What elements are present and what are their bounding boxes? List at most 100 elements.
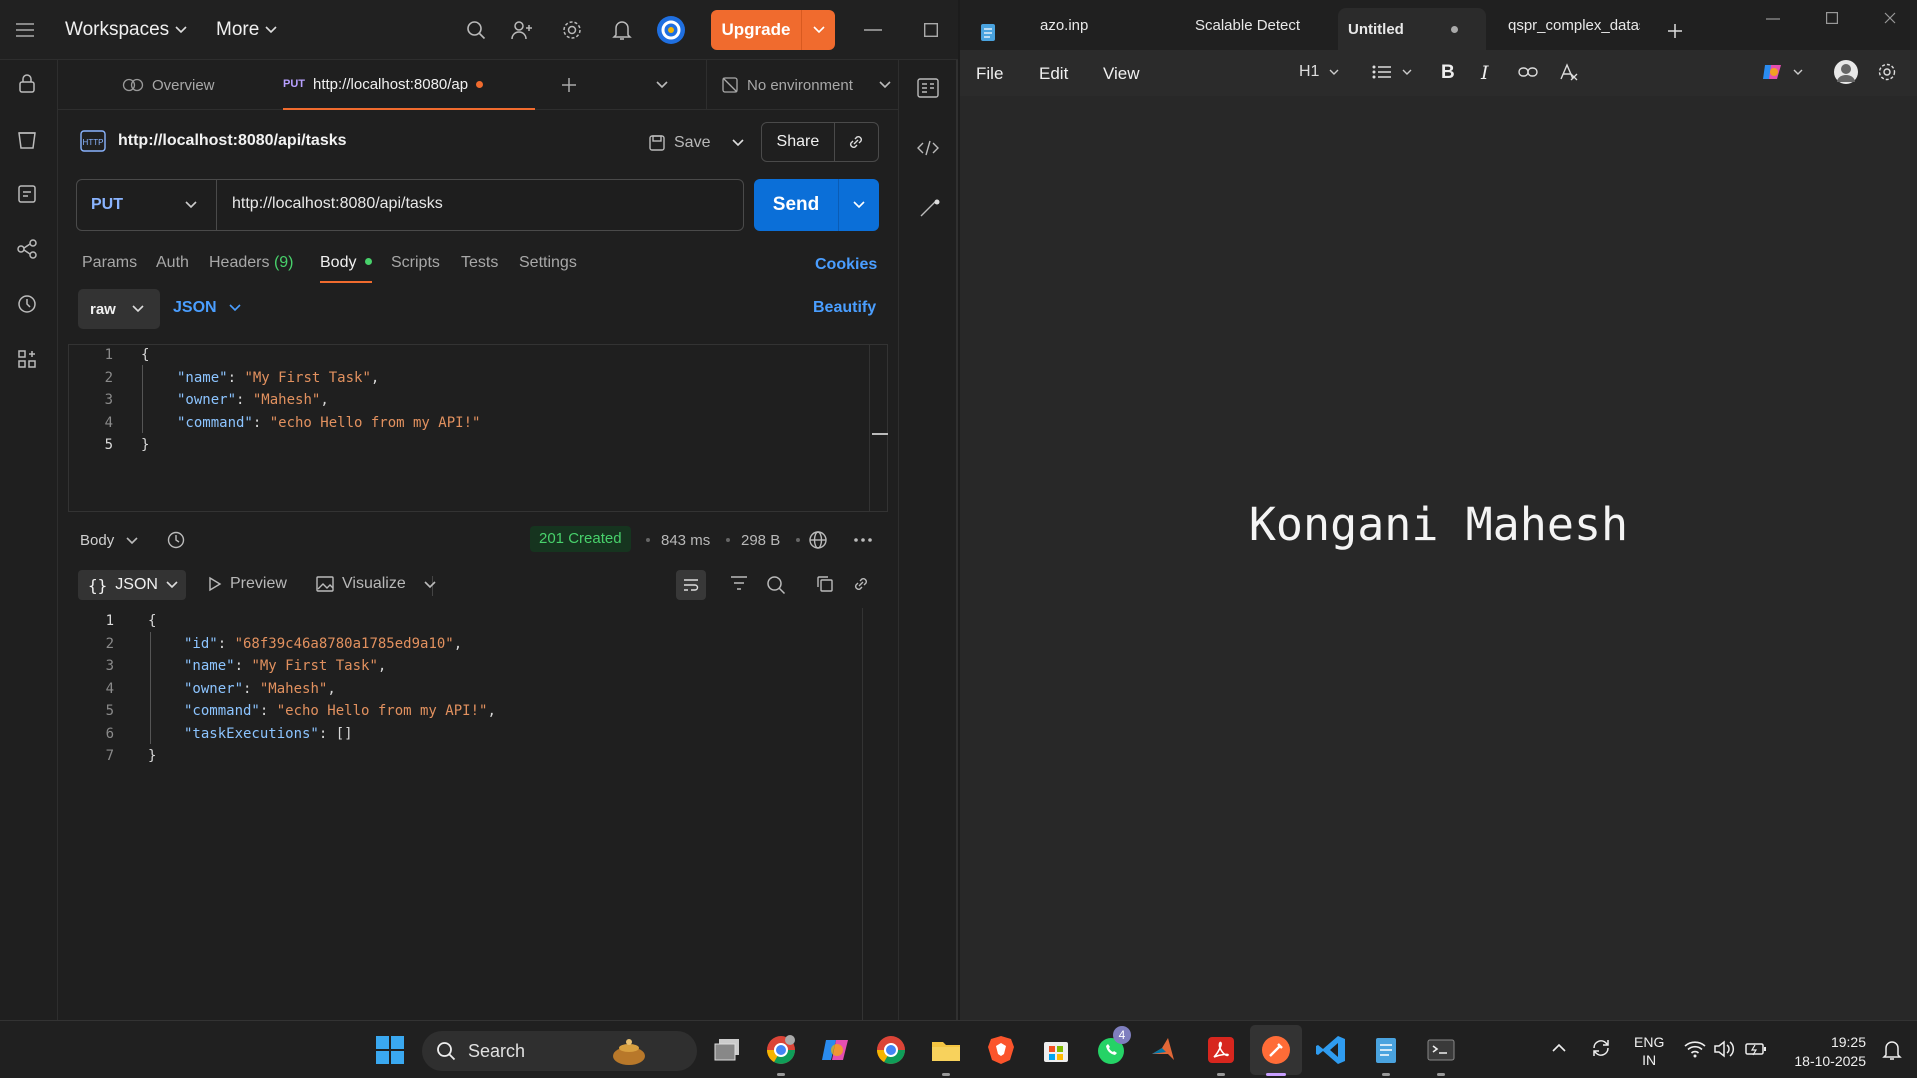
postman-icon[interactable] [1260,1034,1292,1066]
show-hidden-icons-chevron-icon[interactable] [1552,1043,1566,1052]
task-view-icon[interactable] [711,1034,743,1066]
tabs-overflow-chevron-icon[interactable] [656,60,668,110]
sync-icon[interactable] [1590,1037,1612,1059]
maximize-icon[interactable] [924,12,938,48]
battery-icon[interactable] [1745,1041,1767,1057]
response-scrollbar[interactable] [862,608,863,1020]
user-avatar-icon[interactable] [656,12,686,48]
new-tab-plus-icon[interactable] [561,60,577,110]
notepad-tab[interactable]: azo.inp [1030,0,1150,50]
whatsapp-icon[interactable]: 4 [1095,1026,1131,1066]
wifi-icon[interactable] [1684,1040,1706,1058]
taskbar-search[interactable]: Search [422,1031,697,1071]
cookies-link[interactable]: Cookies [815,256,877,274]
chrome-profile-icon[interactable] [765,1034,797,1066]
chevron-down-icon[interactable] [839,201,879,209]
clock[interactable]: 19:25 18-10-2025 [1784,1033,1866,1071]
status-badge[interactable]: 201 Created [530,526,631,552]
body-format-select[interactable]: JSON [173,299,241,317]
settings-gear-icon[interactable] [561,12,583,48]
copy-icon[interactable] [816,575,834,593]
related-collections-icon[interactable] [919,198,941,220]
notepad-tab-active[interactable]: Untitled [1338,8,1486,50]
chevron-down-icon[interactable] [802,26,835,34]
microsoft-store-icon[interactable] [1040,1034,1072,1066]
environments-icon[interactable] [16,183,42,209]
save-button[interactable]: Save [648,127,745,159]
method-select[interactable]: PUT [77,180,217,230]
matlab-icon[interactable] [1150,1034,1182,1066]
workspaces-menu[interactable]: Workspaces [65,12,187,48]
share-button[interactable]: Share [761,122,879,162]
tab-settings[interactable]: Settings [519,254,577,272]
menu-edit[interactable]: Edit [1039,64,1068,84]
response-time[interactable]: 843 ms [661,532,710,549]
tab-auth[interactable]: Auth [156,254,189,272]
wrap-lines-icon[interactable] [676,570,706,600]
link-icon[interactable] [852,575,870,593]
invite-user-icon[interactable] [511,12,533,48]
chrome-icon[interactable] [875,1034,907,1066]
menu-file[interactable]: File [976,64,1003,84]
add-workspace-apps-icon[interactable] [16,348,42,374]
vscode-icon[interactable] [1315,1034,1347,1066]
flows-icon[interactable] [16,238,42,264]
response-size[interactable]: 298 B [741,532,780,549]
windows-start-icon[interactable] [374,1034,406,1066]
preview-button[interactable]: Preview [208,575,287,593]
network-globe-icon[interactable] [808,530,828,550]
brave-browser-icon[interactable] [985,1034,1017,1066]
filter-icon[interactable] [730,575,748,591]
tab-params[interactable]: Params [82,254,137,272]
settings-gear-icon[interactable] [1877,62,1897,82]
response-section-select[interactable]: Body [80,532,138,549]
bold-icon[interactable]: B [1441,62,1455,84]
language-indicator[interactable]: ENG IN [1634,1033,1664,1069]
italic-icon[interactable]: I [1481,62,1489,84]
chevron-down-icon[interactable] [424,581,436,589]
visualize-button[interactable]: Visualize [316,575,406,593]
collections-icon[interactable] [16,128,42,154]
terminal-icon[interactable] [1425,1034,1457,1066]
history-icon[interactable] [16,293,42,319]
more-menu[interactable]: More [216,12,277,48]
environment-selector[interactable]: No environment [706,60,898,110]
response-body-viewer[interactable]: 1 2 3 4 5 6 7 { "id": "68f39c46a8780a178… [68,608,866,1020]
search-icon[interactable] [766,575,786,595]
document-heading[interactable]: Kongani Mahesh [960,498,1917,551]
request-title[interactable]: http://localhost:8080/api/tasks [118,132,347,150]
copy-link-icon[interactable] [835,133,878,151]
url-input[interactable]: http://localhost:8080/api/tasks [232,195,443,213]
volume-icon[interactable] [1713,1040,1735,1058]
notepad-icon[interactable] [1370,1034,1402,1066]
response-history-icon[interactable] [166,530,186,550]
notification-center-icon[interactable] [1882,1039,1902,1061]
list-style-select[interactable] [1372,64,1412,80]
documentation-icon[interactable] [917,78,939,98]
file-explorer-icon[interactable] [930,1034,962,1066]
minimize-icon[interactable] [1766,18,1780,20]
search-icon[interactable] [466,12,486,48]
minimize-icon[interactable] [864,12,882,48]
heading-style-select[interactable]: H1 [1299,63,1339,81]
adobe-acrobat-icon[interactable] [1205,1034,1237,1066]
upgrade-button[interactable]: Upgrade [711,10,835,50]
tab-scripts[interactable]: Scripts [391,254,440,272]
copilot-menu[interactable] [1761,62,1803,82]
close-icon[interactable] [1884,12,1896,24]
menu-view[interactable]: View [1103,64,1140,84]
response-format-select[interactable]: {} JSON [78,570,186,600]
body-mode-select[interactable]: raw [78,289,160,329]
clear-formatting-icon[interactable] [1559,62,1579,82]
editor-scrollbar[interactable] [869,345,888,511]
notepad-tab[interactable]: Scalable Detection o [1185,0,1301,50]
notepad-tab[interactable]: qspr_complex_datas [1494,0,1640,50]
tab-put-request[interactable]: PUT http://localhost:8080/ap [283,60,535,110]
maximize-icon[interactable] [1826,12,1838,24]
tab-headers[interactable]: Headers (9) [209,254,294,272]
tab-body[interactable]: Body [320,254,372,272]
link-icon[interactable] [1518,64,1538,80]
hamburger-menu-icon[interactable] [16,12,34,48]
account-avatar-icon[interactable] [1833,59,1859,85]
notifications-bell-icon[interactable] [612,12,632,48]
